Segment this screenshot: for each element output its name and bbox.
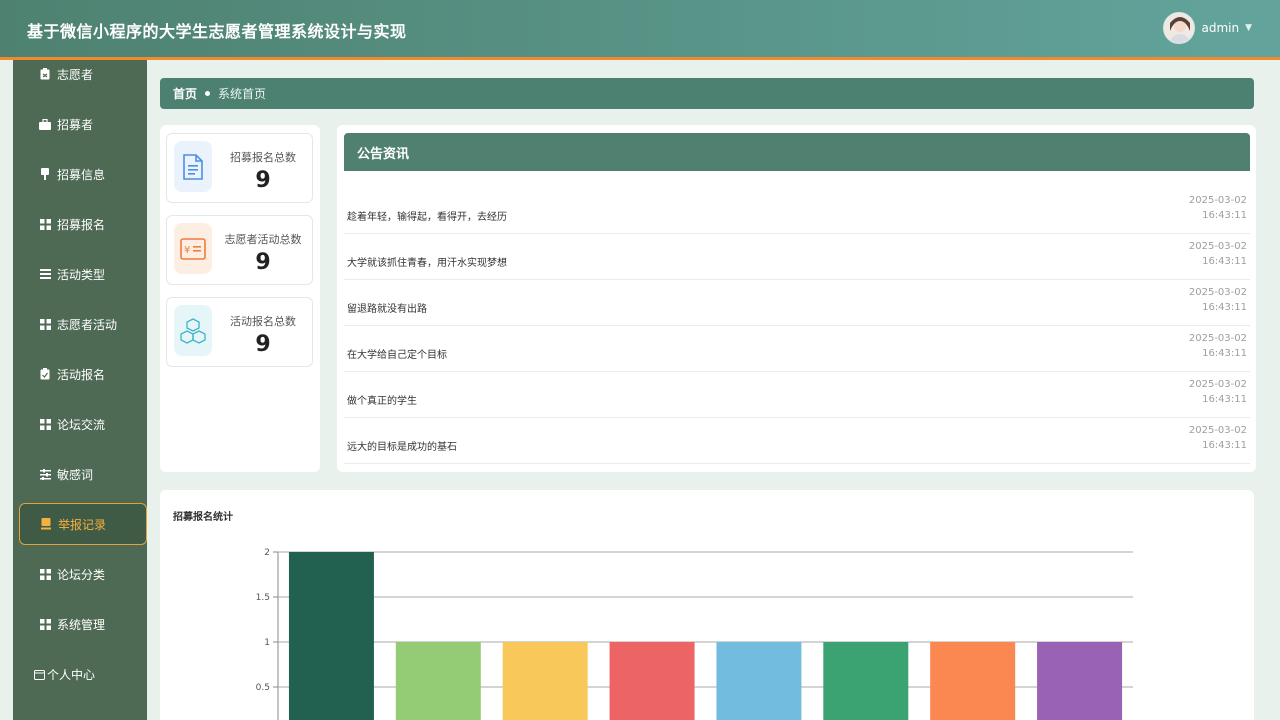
sidebar-item-label: 招募信息 [57, 167, 106, 182]
notice-panel-title: 公告资讯 [344, 133, 1250, 171]
chart-bar[interactable] [1037, 642, 1123, 720]
notice-title[interactable]: 大学就该抓住青春，用汗水实现梦想 [347, 254, 507, 269]
stat-value: 9 [255, 332, 271, 357]
breadcrumb: 首页 系统首页 [160, 78, 1254, 109]
sidebar-item-recruit-signup[interactable]: 招募报名 [19, 203, 147, 245]
grid-icon [39, 618, 51, 630]
sidebar-item-activity-signup[interactable]: 活动报名 [19, 353, 147, 395]
notice-date: 2025-03-02 16:43:11 [1188, 287, 1247, 313]
stat-label: 志愿者活动总数 [224, 233, 302, 246]
top-header: 基于微信小程序的大学生志愿者管理系统设计与实现 admin ▼ [0, 0, 1280, 60]
sidebar-item-report-records[interactable]: 举报记录 [19, 503, 147, 545]
stat-card-volunteer-activities: ¥ 志愿者活动总数 9 [166, 215, 313, 285]
notice-date: 2025-03-02 16:43:11 [1188, 379, 1247, 405]
y-tick-label: 2 [264, 548, 270, 558]
y-tick-label: 1.5 [256, 593, 270, 603]
chart-bar[interactable] [823, 642, 909, 720]
sidebar: 志愿者 招募者 招募信息 招募报名 活动类型 志愿者活动 活动报名 论坛交流 敏… [13, 60, 147, 720]
stat-card-recruit-signups: 招募报名总数 9 [166, 133, 313, 203]
breadcrumb-separator [205, 91, 211, 96]
list-icon [39, 268, 51, 280]
stat-value: 9 [255, 250, 271, 275]
y-tick-label: 1 [264, 638, 270, 648]
grid-icon [39, 568, 51, 580]
sidebar-item-label: 个人中心 [47, 667, 96, 682]
chart-bar[interactable] [288, 552, 374, 720]
sidebar-item-personal-center[interactable]: 个人中心 [19, 653, 147, 695]
avatar[interactable] [1163, 12, 1196, 44]
stats-panel: 招募报名总数 9 ¥ 志愿者活动总数 9 活动报名总数 9 [160, 125, 320, 472]
sidebar-item-forum[interactable]: 论坛交流 [19, 403, 147, 445]
chart-bar[interactable] [930, 642, 1016, 720]
sidebar-item-recruiter[interactable]: 招募者 [19, 103, 147, 145]
stat-card-activity-signups: 活动报名总数 9 [166, 297, 313, 367]
stat-label: 活动报名总数 [230, 315, 296, 328]
bar-chart: 2 1.5 1 0.5 [256, 548, 1133, 720]
notice-row[interactable]: 留退路就没有出路 2025-03-02 16:43:11 [344, 280, 1250, 326]
grid-icon [39, 418, 51, 430]
sidebar-item-label: 招募者 [57, 117, 94, 132]
chart-bar[interactable] [395, 642, 481, 720]
grid-icon [39, 318, 51, 330]
notice-row[interactable]: 大学就该抓住青春，用汗水实现梦想 2025-03-02 16:43:11 [344, 234, 1250, 280]
stat-value: 9 [255, 168, 271, 193]
clipboard-icon [39, 68, 51, 80]
sidebar-item-label: 活动类型 [57, 267, 106, 282]
sidebar-item-forum-category[interactable]: 论坛分类 [19, 553, 147, 595]
notice-date: 2025-03-02 16:43:11 [1188, 241, 1247, 267]
sidebar-item-system-management[interactable]: 系统管理 [19, 603, 147, 645]
sidebar-item-label: 敏感词 [57, 467, 94, 482]
notice-title[interactable]: 在大学给自己定个目标 [347, 346, 447, 361]
pin-icon [39, 168, 51, 180]
y-tick-label: 0.5 [256, 683, 270, 693]
clipboard-icon [39, 368, 51, 380]
sliders-icon [39, 468, 51, 480]
notice-title[interactable]: 趁着年轻，输得起，看得开，去经历 [347, 208, 507, 223]
chevron-down-icon[interactable]: ▼ [1245, 23, 1252, 33]
breadcrumb-current: 系统首页 [218, 87, 267, 101]
sidebar-item-label: 系统管理 [57, 617, 106, 632]
sidebar-item-label: 招募报名 [57, 217, 106, 232]
notice-date: 2025-03-02 16:43:11 [1188, 195, 1247, 221]
sidebar-item-label: 志愿者 [57, 67, 94, 82]
notice-panel: 公告资讯 趁着年轻，输得起，看得开，去经历 2025-03-02 16:43:11… [337, 125, 1256, 472]
notice-date: 2025-03-02 16:43:11 [1188, 333, 1247, 359]
notice-row[interactable]: 做个真正的学生 2025-03-02 16:43:11 [344, 372, 1250, 418]
sidebar-item-recruit-info[interactable]: 招募信息 [19, 153, 147, 195]
chart-bar[interactable] [502, 642, 588, 720]
notice-title[interactable]: 留退路就没有出路 [347, 300, 427, 315]
grid-icon [39, 218, 51, 230]
sidebar-item-label: 举报记录 [58, 517, 107, 532]
sidebar-item-label: 论坛分类 [57, 567, 106, 582]
notice-row[interactable]: 趁着年轻，输得起，看得开，去经历 2025-03-02 16:43:11 [344, 188, 1250, 234]
sidebar-item-label: 活动报名 [57, 367, 106, 382]
cubes-icon [174, 305, 212, 356]
briefcase-icon [39, 118, 51, 130]
sidebar-item-volunteer-activity[interactable]: 志愿者活动 [19, 303, 147, 345]
chart-bar[interactable] [716, 642, 802, 720]
notice-date: 2025-03-02 16:43:11 [1188, 425, 1247, 451]
sidebar-item-label: 志愿者活动 [57, 317, 118, 332]
stat-label: 招募报名总数 [230, 151, 296, 164]
sidebar-item-activity-type[interactable]: 活动类型 [19, 253, 147, 295]
calendar-icon [33, 668, 45, 680]
sidebar-item-volunteer[interactable]: 志愿者 [19, 53, 147, 95]
user-menu[interactable]: admin ▼ [1163, 12, 1252, 44]
app-title: 基于微信小程序的大学生志愿者管理系统设计与实现 [27, 22, 407, 41]
report-icon [40, 518, 52, 530]
chart-bar[interactable] [609, 642, 695, 720]
sidebar-item-sensitive-words[interactable]: 敏感词 [19, 453, 147, 495]
notice-row[interactable]: 远大的目标是成功的基石 2025-03-02 16:43:11 [344, 418, 1250, 464]
sidebar-item-label: 论坛交流 [57, 417, 106, 432]
breadcrumb-home[interactable]: 首页 [173, 85, 197, 102]
notice-title[interactable]: 远大的目标是成功的基石 [347, 438, 457, 453]
chart-panel: 招募报名统计 2 1.5 1 0.5 [160, 490, 1254, 720]
document-icon [174, 141, 212, 192]
notice-row[interactable]: 在大学给自己定个目标 2025-03-02 16:43:11 [344, 326, 1250, 372]
notice-title[interactable]: 做个真正的学生 [347, 392, 417, 407]
svg-text:¥: ¥ [184, 245, 190, 256]
username[interactable]: admin [1201, 21, 1239, 35]
money-icon: ¥ [174, 223, 212, 274]
